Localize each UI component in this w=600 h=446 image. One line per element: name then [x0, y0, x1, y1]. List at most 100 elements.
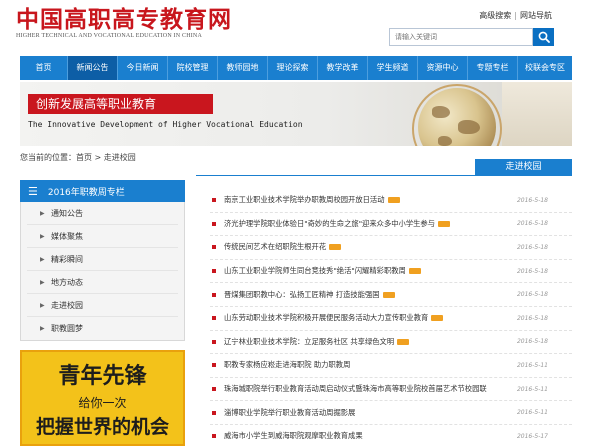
news-date: 2016-5-11 — [516, 361, 548, 369]
advanced-search-link[interactable]: 高级搜索 — [479, 11, 511, 20]
news-date: 2016-5-11 — [516, 409, 548, 417]
news-item[interactable]: 济光护理学院职业体验日"奇妙的生命之旅"迎来众多中小学生参与 2016-5-18 — [210, 213, 572, 237]
sidebar-item-local-news[interactable]: ▶ 地方动态 — [27, 271, 178, 294]
bullet-square-icon — [212, 245, 216, 250]
nav-item-resources[interactable]: 资源中心 — [418, 56, 468, 80]
news-title[interactable]: 晋煤集团职教中心：弘扬工匠精神 打造技能强国 — [224, 290, 380, 300]
nav-item-alliance[interactable]: 校联会专区 — [518, 56, 572, 80]
search-box — [389, 28, 533, 46]
search-input[interactable] — [390, 29, 532, 45]
new-badge-icon — [438, 220, 451, 227]
section-title: 走进校园 — [475, 159, 572, 176]
nav-item-theory[interactable]: 理论探索 — [268, 56, 318, 80]
triangle-right-icon: ▶ — [40, 325, 45, 332]
news-item[interactable]: 南京工业职业技术学院举办职教周校园开放日活动 2016-5-18 — [210, 189, 572, 213]
sidebar-list: ▶ 通知公告 ▶ 媒体聚焦 ▶ 精彩瞬间 ▶ 地方动态 ▶ 走进校园 ▶ 职教圆梦 — [20, 202, 185, 341]
new-badge-icon — [431, 315, 444, 322]
news-title[interactable]: 辽宁林业职业技术学院：立足服务社区 共享绿色文明 — [224, 337, 394, 347]
sidebar: ☰ 2016年职教周专栏 ▶ 通知公告 ▶ 媒体聚焦 ▶ 精彩瞬间 ▶ 地方动态 ▶ 走进… — [20, 180, 185, 341]
news-date: 2016-5-11 — [516, 385, 548, 393]
promo-line-3: 把握世界的机会 — [35, 416, 169, 438]
news-date: 2016-5-18 — [516, 220, 548, 228]
nav-item-teaching-reform[interactable]: 教学改革 — [318, 56, 368, 80]
triangle-right-icon: ▶ — [40, 279, 45, 286]
nav-item-today-news[interactable]: 今日新闻 — [118, 56, 168, 80]
news-title[interactable]: 济光护理学院职业体验日"奇妙的生命之旅"迎来众多中小学生参与 — [224, 219, 435, 229]
news-title[interactable]: 淄博职业学院举行职业教育活动周掘影展 — [224, 408, 355, 418]
logo-text-cn: 中国高职高专教育网 — [16, 6, 232, 33]
news-item[interactable]: 传统民间艺术在绍职院生根开花 2016-5-18 — [210, 236, 572, 260]
bullet-square-icon — [212, 363, 216, 368]
bullet-square-icon — [212, 316, 216, 321]
news-date: 2016-5-18 — [516, 291, 548, 299]
triangle-right-icon: ▶ — [40, 256, 45, 263]
sidebar-item-label: 地方动态 — [51, 278, 83, 287]
site-map-link[interactable]: 网站导航 — [520, 11, 552, 20]
nav-item-news-notices[interactable]: 新闻公告 — [68, 56, 118, 80]
news-title[interactable]: 珠海城职院举行职业教育活动周启动仪式暨珠海市高等职业院校首届艺术节校园联 — [224, 384, 487, 394]
triangle-right-icon: ▶ — [40, 233, 45, 240]
news-title[interactable]: 职教专家杨应崧走进海职院 助力职教周 — [224, 360, 350, 370]
banner-paper-decor — [502, 82, 572, 146]
sidebar-item-dreams[interactable]: ▶ 职教圆梦 — [27, 317, 178, 340]
bullet-square-icon — [212, 221, 216, 226]
news-item[interactable]: 淄博职业学院举行职业教育活动周掘影展 2016-5-11 — [210, 401, 572, 425]
bullet-square-icon — [212, 339, 216, 344]
banner-subtitle: The Innovative Development of Higher Voc… — [28, 120, 303, 129]
news-item[interactable]: 山东工业职业学院师生同台竞技秀"绝活"闪耀精彩职教周 2016-5-18 — [210, 260, 572, 284]
triangle-right-icon: ▶ — [40, 302, 45, 309]
site-logo[interactable]: 中国高职高专教育网 HIGHER TECHNICAL AND VOCATIONA… — [16, 6, 232, 39]
menu-list-icon: ☰ — [28, 184, 38, 198]
sidebar-item-label: 职教圆梦 — [51, 324, 83, 333]
promo-banner[interactable]: 青年先锋 给你一次 把握世界的机会 — [20, 350, 185, 446]
main-nav: 首页 新闻公告 今日新闻 院校管理 教师园地 理论探索 教学改革 学生频道 资源… — [20, 56, 572, 80]
news-item[interactable]: 职教专家杨应崧走进海职院 助力职教周 2016-5-11 — [210, 354, 572, 378]
news-title[interactable]: 山东工业职业学院师生同台竞技秀"绝活"闪耀精彩职教周 — [224, 266, 406, 276]
news-item[interactable]: 威海市小学生到威海职院观摩职业教育成果 2016-5-17 — [210, 425, 572, 446]
bullet-square-icon — [212, 269, 216, 274]
globe-land-decor — [438, 136, 452, 146]
promo-line-1: 青年先锋 — [58, 363, 147, 389]
news-item[interactable]: 珠海城职院举行职业教育活动周启动仪式暨珠海市高等职业院校首届艺术节校园联 2016… — [210, 378, 572, 402]
news-item[interactable]: 山东劳动职业技术学院积极开展便民服务活动大力宣传职业教育 2016-5-18 — [210, 307, 572, 331]
news-date: 2016-5-18 — [516, 338, 548, 346]
nav-item-topics[interactable]: 专题专栏 — [468, 56, 518, 80]
sidebar-item-label: 精彩瞬间 — [51, 255, 83, 264]
news-title[interactable]: 南京工业职业技术学院举办职教周校园开放日活动 — [224, 195, 385, 205]
sidebar-header: ☰ 2016年职教周专栏 — [20, 180, 185, 202]
breadcrumb: 您当前的位置：首页 > 走进校园 — [20, 153, 136, 162]
sidebar-item-media[interactable]: ▶ 媒体聚焦 — [27, 225, 178, 248]
new-badge-icon — [382, 291, 395, 298]
nav-item-home[interactable]: 首页 — [20, 56, 68, 80]
bullet-square-icon — [212, 410, 216, 415]
new-badge-icon — [397, 338, 410, 345]
nav-item-teachers[interactable]: 教师园地 — [218, 56, 268, 80]
sidebar-item-label: 通知公告 — [51, 209, 83, 218]
sidebar-item-notices[interactable]: ▶ 通知公告 — [27, 202, 178, 225]
nav-item-school-management[interactable]: 院校管理 — [168, 56, 218, 80]
sidebar-item-label: 媒体聚焦 — [51, 232, 83, 241]
news-list: 南京工业职业技术学院举办职教周校园开放日活动 2016-5-18 济光护理学院职业… — [210, 189, 572, 446]
search-button[interactable] — [533, 28, 554, 46]
sidebar-item-label: 走进校园 — [51, 301, 83, 310]
news-title[interactable]: 传统民间艺术在绍职院生根开花 — [224, 242, 326, 252]
news-date: 2016-5-18 — [516, 267, 548, 275]
sidebar-item-highlights[interactable]: ▶ 精彩瞬间 — [27, 248, 178, 271]
news-date: 2016-5-18 — [516, 196, 548, 204]
sidebar-item-campus[interactable]: ▶ 走进校园 — [27, 294, 178, 317]
news-item[interactable]: 辽宁林业职业技术学院：立足服务社区 共享绿色文明 2016-5-18 — [210, 331, 572, 355]
news-title[interactable]: 威海市小学生到威海职院观摩职业教育成果 — [224, 431, 363, 441]
nav-item-students[interactable]: 学生频道 — [368, 56, 418, 80]
new-badge-icon — [387, 197, 400, 204]
news-title[interactable]: 山东劳动职业技术学院积极开展便民服务活动大力宣传职业教育 — [224, 313, 428, 323]
news-date: 2016-5-17 — [516, 432, 548, 440]
link-separator: | — [514, 11, 517, 20]
banner-title: 创新发展高等职业教育 — [28, 94, 213, 114]
bullet-square-icon — [212, 292, 216, 297]
promo-line-2: 给你一次 — [78, 396, 127, 410]
news-date: 2016-5-18 — [516, 243, 548, 251]
bullet-square-icon — [212, 198, 216, 203]
new-badge-icon — [408, 268, 421, 275]
logo-text-en: HIGHER TECHNICAL AND VOCATIONAL EDUCATIO… — [16, 33, 202, 39]
news-item[interactable]: 晋煤集团职教中心：弘扬工匠精神 打造技能强国 2016-5-18 — [210, 283, 572, 307]
